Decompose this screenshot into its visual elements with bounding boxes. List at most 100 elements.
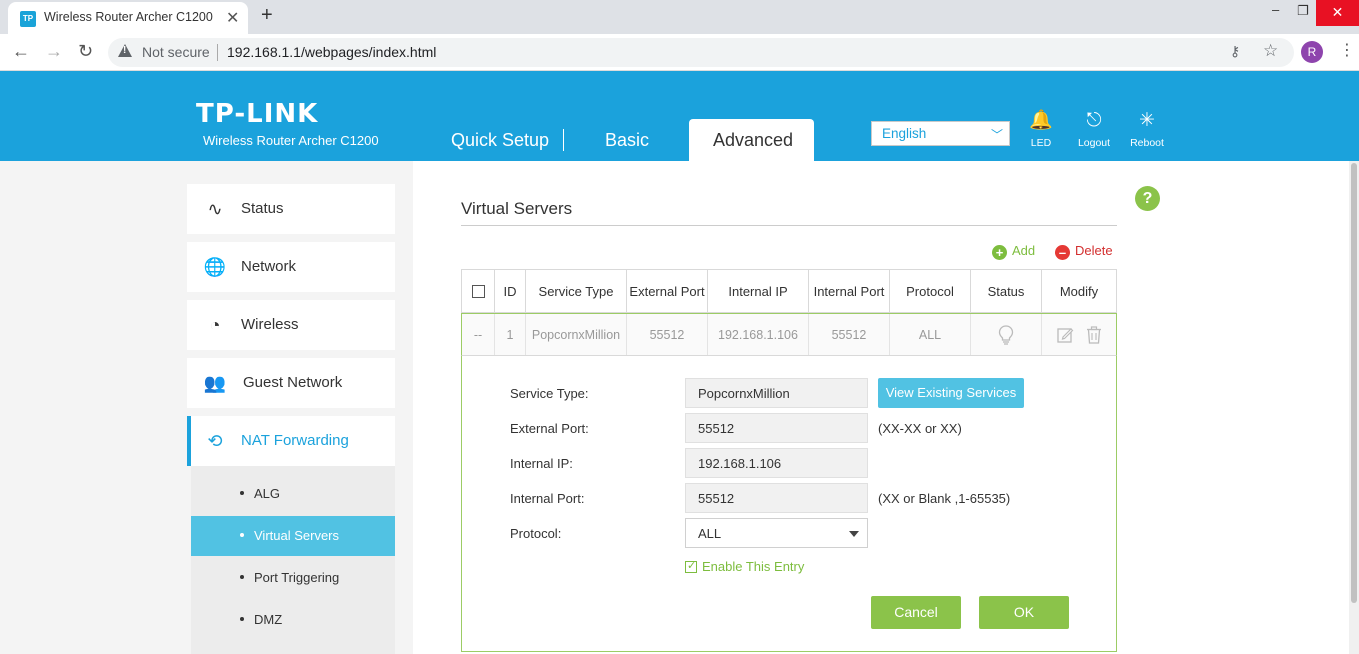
logout-icon: ⎋ [1086, 110, 1102, 131]
sidebar-item-label: Network [241, 258, 297, 275]
external-port-label: External Port: [510, 421, 589, 436]
warning-triangle-icon[interactable] [118, 44, 132, 57]
view-existing-services-button[interactable]: View Existing Services [878, 378, 1024, 408]
row-status [971, 314, 1042, 355]
tab-title: Wireless Router Archer C1200 [44, 10, 213, 24]
column-header-service-type: Service Type [526, 270, 627, 312]
address-bar[interactable]: Not secure 192.168.1.1/webpages/index.ht… [108, 38, 1294, 67]
add-label: Add [1012, 243, 1036, 258]
nat-submenu: ALG Virtual Servers Port Triggering DMZ [191, 466, 395, 654]
column-header-internal-ip: Internal IP [708, 270, 809, 312]
select-all-checkbox[interactable] [471, 284, 485, 298]
scrollbar-thumb[interactable] [1351, 163, 1357, 603]
row-external-port: 55512 [627, 314, 708, 355]
checkbox-checked-icon [685, 559, 697, 573]
bullet-icon [240, 533, 244, 537]
sidebar-item-wireless[interactable]: ◔ Wireless [187, 300, 395, 350]
column-header-internal-port: Internal Port [809, 270, 890, 312]
tab-close-icon[interactable]: ✕ [226, 8, 239, 28]
tab-quick-setup[interactable]: Quick Setup [451, 130, 549, 151]
omnibox-divider [217, 44, 218, 61]
submenu-item-port-triggering[interactable]: Port Triggering [191, 558, 395, 598]
language-value: English [882, 126, 927, 141]
internal-ip-label: Internal IP: [510, 456, 573, 471]
sidebar-item-nat-forwarding[interactable]: ⟲ NAT Forwarding [187, 416, 395, 466]
browser-menu-icon[interactable]: ⋮ [1339, 40, 1355, 60]
sidebar-item-guest-network[interactable]: 👥 Guest Network [187, 358, 395, 408]
led-icon: 🔔 [1029, 110, 1053, 131]
enable-entry-checkbox[interactable]: Enable This Entry [685, 559, 804, 574]
status-lightbulb-icon[interactable] [998, 324, 1014, 345]
sidebar-item-status[interactable]: ∿ Status [187, 184, 395, 234]
column-header-id: ID [495, 270, 526, 312]
edit-icon[interactable] [1056, 326, 1074, 344]
tab-advanced[interactable]: Advanced [689, 119, 814, 161]
service-type-label: Service Type: [510, 386, 589, 401]
profile-avatar[interactable]: R [1301, 41, 1323, 63]
page-title: Virtual Servers [461, 199, 573, 218]
tab-basic[interactable]: Basic [605, 130, 649, 151]
network-globe-icon: 🌐 [203, 257, 227, 277]
sidebar-item-label: Status [241, 200, 284, 217]
bookmark-star-icon[interactable]: ☆ [1263, 41, 1278, 61]
window-close-button[interactable]: ✕ [1316, 0, 1359, 26]
row-protocol: ALL [890, 314, 971, 355]
plus-circle-icon: + [992, 245, 1007, 260]
external-port-input[interactable]: 55512 [685, 413, 868, 443]
back-arrow-icon[interactable]: ← [12, 41, 30, 62]
service-type-input[interactable]: PopcornxMillion [685, 378, 868, 408]
led-button[interactable]: 🔔 LED [1016, 110, 1066, 150]
submenu-label: DMZ [254, 612, 283, 627]
browser-tab[interactable]: TP Wireless Router Archer C1200 ✕ [8, 2, 248, 34]
sidebar-item-label: Guest Network [243, 374, 343, 391]
nat-forwarding-icon: ⟲ [207, 431, 223, 451]
column-header-protocol: Protocol [890, 270, 971, 312]
ok-button[interactable]: OK [979, 596, 1069, 629]
bullet-icon [240, 575, 244, 579]
title-divider [461, 225, 1117, 226]
url-text[interactable]: 192.168.1.1/webpages/index.html [227, 44, 436, 60]
tab-divider [563, 129, 564, 151]
sidebar-item-network[interactable]: 🌐 Network [187, 242, 395, 292]
guest-network-icon: 👥 [203, 373, 227, 393]
help-icon[interactable]: ? [1135, 186, 1160, 211]
internal-ip-input[interactable]: 192.168.1.106 [685, 448, 868, 478]
delete-button[interactable]: – Delete [1055, 243, 1113, 260]
bullet-icon [240, 491, 244, 495]
key-icon[interactable]: ⚷ [1230, 43, 1240, 60]
protocol-label: Protocol: [510, 526, 562, 541]
reload-icon[interactable]: ↻ [78, 41, 93, 62]
row-modify [1042, 314, 1116, 355]
submenu-item-virtual-servers[interactable]: Virtual Servers [191, 516, 395, 556]
cancel-button[interactable]: Cancel [871, 596, 961, 629]
internal-port-input[interactable]: 55512 [685, 483, 868, 513]
reboot-button[interactable]: ✳ Reboot [1122, 110, 1172, 150]
header-checkbox-cell [462, 270, 495, 312]
add-button[interactable]: + Add [992, 243, 1035, 260]
tp-link-favicon-icon: TP [20, 11, 36, 27]
delete-label: Delete [1075, 243, 1113, 258]
language-select[interactable]: English ﹀ [871, 121, 1010, 146]
forward-arrow-icon[interactable]: → [45, 41, 63, 62]
enable-entry-label: Enable This Entry [702, 559, 805, 574]
new-tab-button[interactable]: + [261, 4, 273, 27]
led-label: LED [1030, 137, 1052, 149]
chevron-down-icon: ﹀ [990, 128, 1003, 142]
submenu-item-alg[interactable]: ALG [191, 474, 395, 514]
logout-button[interactable]: ⎋ Logout [1069, 110, 1119, 150]
reboot-icon: ✳ [1139, 110, 1155, 131]
column-header-modify: Modify [1059, 283, 1099, 299]
minimize-button[interactable]: – [1272, 2, 1279, 17]
protocol-select[interactable]: ALL [685, 518, 868, 548]
submenu-item-dmz[interactable]: DMZ [191, 600, 395, 640]
protocol-value: ALL [698, 526, 722, 541]
table-row[interactable]: -- 1 PopcornxMillion 55512 192.168.1.106… [461, 313, 1117, 355]
caret-down-icon [849, 531, 859, 537]
restore-button[interactable]: ❐ [1297, 3, 1309, 19]
trash-icon[interactable] [1086, 325, 1102, 344]
row-internal-ip: 192.168.1.106 [708, 314, 809, 355]
security-indicator[interactable]: Not secure [142, 44, 210, 60]
row-internal-port: 55512 [809, 314, 890, 355]
virtual-servers-table: ID Service Type External Port Internal I… [461, 269, 1117, 654]
table-header: ID Service Type External Port Internal I… [461, 269, 1117, 313]
